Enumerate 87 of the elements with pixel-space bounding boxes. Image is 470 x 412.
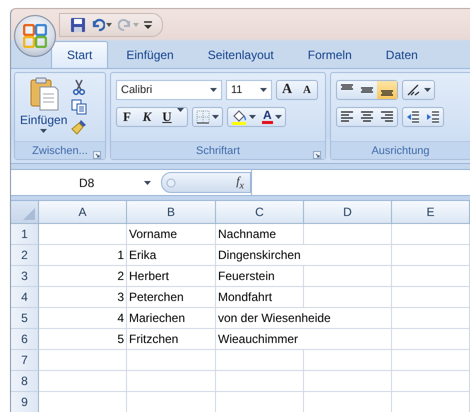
column-header[interactable]: E xyxy=(392,201,470,224)
column-header[interactable]: D xyxy=(304,201,392,224)
table-cell: Nachname xyxy=(216,224,304,245)
caret-icon xyxy=(249,115,256,119)
column-header[interactable]: B xyxy=(127,201,216,224)
group-title: Ausrichtung xyxy=(371,144,430,156)
table-cell: Mondfahrt xyxy=(216,287,304,308)
caret-icon xyxy=(274,115,282,119)
table-cell: 2 xyxy=(39,266,127,287)
table-cell: Fritzchen xyxy=(127,329,216,350)
grow-font-button[interactable]: A xyxy=(277,81,297,99)
paint-bucket-icon xyxy=(231,110,247,124)
row-header[interactable]: 1 xyxy=(11,224,39,245)
italic-button[interactable]: K xyxy=(137,108,157,126)
bottom-align-button[interactable] xyxy=(377,81,397,99)
caret-icon xyxy=(133,23,139,27)
table-cell: Mariechen xyxy=(127,308,216,329)
caret-icon xyxy=(260,88,267,92)
align-lines-icon xyxy=(381,90,393,96)
redo-icon xyxy=(118,18,132,32)
table-cell: 3 xyxy=(39,287,127,308)
copy-icon[interactable] xyxy=(71,99,88,115)
insert-function-button[interactable]: f$_{x}$ xyxy=(236,174,244,192)
table-cell: 1 xyxy=(39,245,127,266)
undo-button[interactable] xyxy=(90,17,113,33)
underline-button[interactable]: U xyxy=(157,108,177,126)
borders-icon xyxy=(196,110,210,124)
shrink-font-button[interactable]: A xyxy=(297,81,317,99)
row-header[interactable]: 6 xyxy=(11,329,39,350)
caret-icon xyxy=(106,23,112,27)
row-header[interactable]: 2 xyxy=(11,245,39,266)
group-title: Zwischen... xyxy=(32,144,88,156)
row-header[interactable]: 7 xyxy=(11,350,39,371)
align-lines-icon xyxy=(340,110,354,124)
font-name-field[interactable]: Calibri xyxy=(116,80,222,100)
column-header[interactable]: C xyxy=(216,201,304,224)
customize-toolbar-icon[interactable] xyxy=(144,20,152,30)
table-cell: Dingenskirchen xyxy=(216,245,392,266)
table-cell: Peterchen xyxy=(127,287,216,308)
row-header[interactable]: 8 xyxy=(11,371,39,392)
table-cell: Herbert xyxy=(127,266,216,287)
table-cell: Wieauchimmer xyxy=(216,329,392,350)
dialog-launcher-icon[interactable] xyxy=(93,151,101,159)
indent-icon xyxy=(406,110,420,124)
ribbon-tab[interactable]: Formeln xyxy=(292,41,368,68)
corner-triangle-icon xyxy=(23,208,35,220)
ribbon-tab[interactable]: Daten xyxy=(370,41,434,68)
bold-button[interactable]: F xyxy=(117,108,137,126)
table-cell: Vorname xyxy=(127,224,216,245)
table-cell: Feuerstein xyxy=(216,266,304,287)
caret-icon xyxy=(212,115,219,119)
slanted-lines-icon xyxy=(406,83,422,97)
align-lines-icon xyxy=(341,84,353,90)
clipboard-icon xyxy=(28,77,59,111)
paste-caret-icon xyxy=(40,129,48,133)
align-lines-icon xyxy=(361,87,373,93)
save-icon[interactable] xyxy=(70,17,86,33)
font-size-field[interactable]: 11 xyxy=(226,80,272,100)
table-cell: von der Wiesenheide xyxy=(216,308,392,329)
name-box[interactable]: D8 xyxy=(11,170,161,195)
indent-icon xyxy=(426,110,440,124)
row-header[interactable]: 3 xyxy=(11,266,39,287)
expand-handle-icon[interactable] xyxy=(166,178,176,188)
caret-icon xyxy=(424,88,431,92)
undo-icon xyxy=(91,18,105,32)
dialog-launcher-icon[interactable] xyxy=(313,151,321,159)
row-header[interactable]: 4 xyxy=(11,287,39,308)
name-box-caret-icon xyxy=(144,180,151,184)
ribbon-tab[interactable]: Einfügen xyxy=(110,41,190,68)
align-lines-icon xyxy=(380,110,394,124)
table-cell: Erika xyxy=(127,245,216,266)
office-button[interactable] xyxy=(14,15,56,57)
scissors-icon[interactable] xyxy=(71,79,88,95)
row-header[interactable]: 5 xyxy=(11,308,39,329)
group-title: Schriftart xyxy=(196,144,240,156)
paintbrush-icon[interactable] xyxy=(71,119,88,135)
underline-caret-icon xyxy=(177,108,184,112)
office-logo-icon xyxy=(23,24,47,48)
ribbon-tab[interactable]: Seitenlayout xyxy=(192,41,290,68)
table-cell: 4 xyxy=(39,308,127,329)
table-cell: 5 xyxy=(39,329,127,350)
column-header[interactable]: A xyxy=(39,201,127,224)
caret-icon xyxy=(210,88,217,92)
align-lines-icon xyxy=(360,110,374,124)
paste-button[interactable]: Einfügen xyxy=(20,77,68,137)
row-header[interactable]: 9 xyxy=(11,392,39,412)
ribbon-tab[interactable]: Start xyxy=(51,41,108,68)
